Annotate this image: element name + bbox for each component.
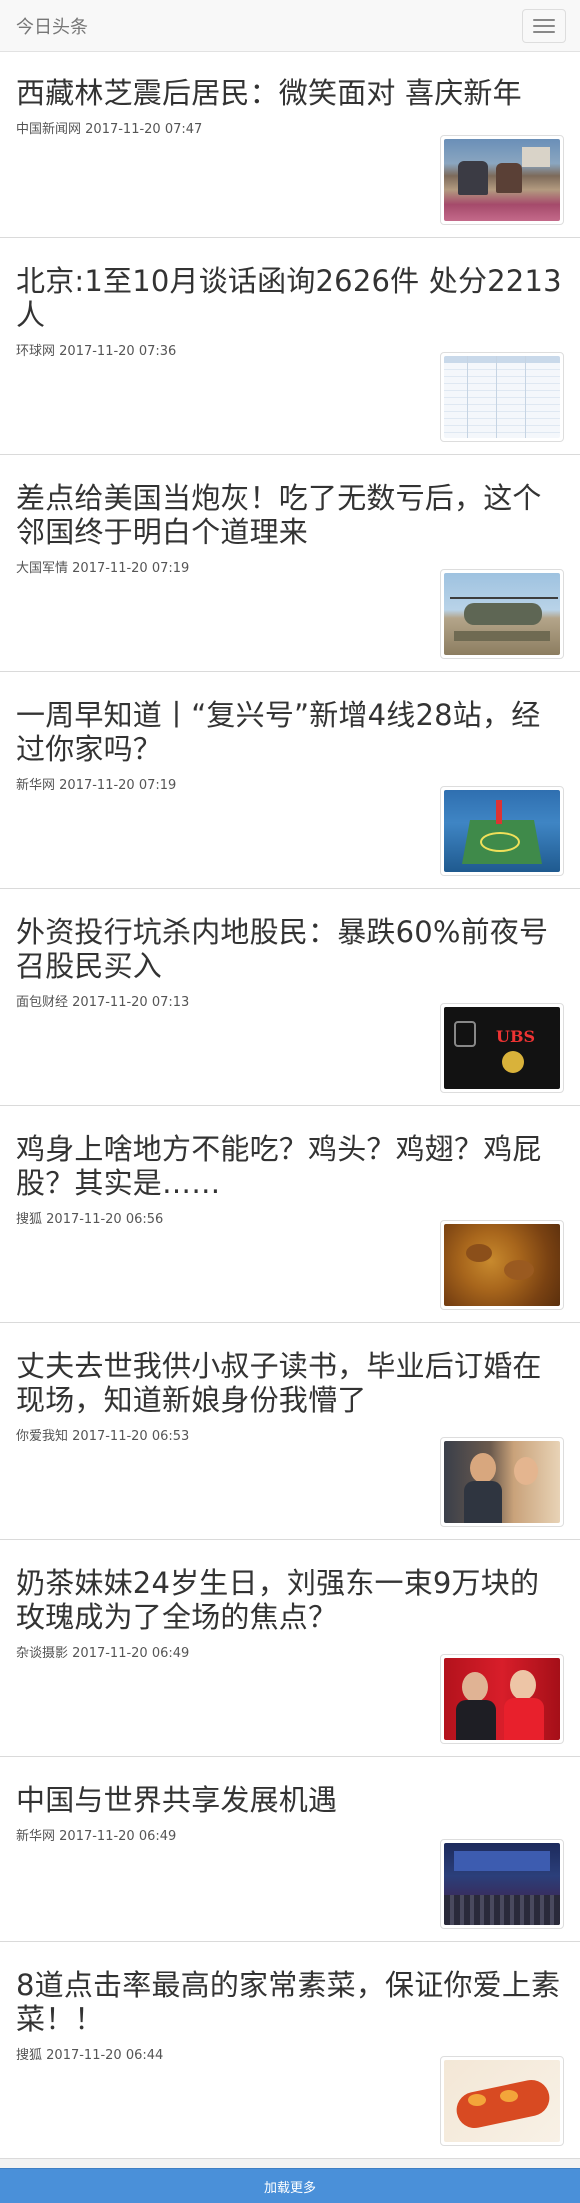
article-item[interactable]: 外资投行坑杀内地股民：暴跌60%前夜号召股民买入 面包财经 2017-11-20…: [0, 889, 580, 1106]
hamburger-icon-bar: [533, 24, 555, 27]
article-title[interactable]: 外资投行坑杀内地股民：暴跌60%前夜号召股民买入: [16, 915, 564, 983]
brand-title[interactable]: 今日头条: [16, 13, 88, 39]
article-item[interactable]: 差点给美国当炮灰！吃了无数亏后，这个邻国终于明白个道理来 大国军情 2017-1…: [0, 455, 580, 672]
photo-couple-icon: [444, 1441, 560, 1523]
article-item[interactable]: 西藏林芝震后居民：微笑面对 喜庆新年 中国新闻网 2017-11-20 07:4…: [0, 52, 580, 238]
article-title[interactable]: 一周早知道丨“复兴号”新增4线28站，经过你家吗？: [16, 698, 564, 766]
article-item[interactable]: 北京:1至10月谈话函询2626件 处分2213人 环球网 2017-11-20…: [0, 238, 580, 455]
photo-vegetable-dish-icon: [444, 2060, 560, 2142]
hamburger-icon-bar: [533, 30, 555, 33]
top-navbar: 今日头条: [0, 0, 580, 52]
article-thumbnail[interactable]: [440, 1220, 564, 1310]
article-title[interactable]: 差点给美国当炮灰！吃了无数亏后，这个邻国终于明白个道理来: [16, 481, 564, 549]
article-thumbnail[interactable]: [440, 1654, 564, 1744]
article-item[interactable]: 中国与世界共享发展机遇 新华网 2017-11-20 06:49: [0, 1757, 580, 1942]
article-thumbnail[interactable]: [440, 1839, 564, 1929]
article-thumbnail[interactable]: [440, 135, 564, 225]
load-more-button[interactable]: 加载更多: [0, 2168, 580, 2203]
photo-chicken-dish-icon: [444, 1224, 560, 1306]
article-title[interactable]: 奶茶妹妹24岁生日，刘强东一束9万块的玫瑰成为了全场的焦点？: [16, 1566, 564, 1634]
photo-conference-hall-icon: [444, 1843, 560, 1925]
article-title[interactable]: 8道点击率最高的家常素菜，保证你爱上素菜！！: [16, 1968, 564, 2036]
article-title[interactable]: 鸡身上啥地方不能吃？鸡头？鸡翅？鸡屁股？其实是……: [16, 1132, 564, 1200]
article-item[interactable]: 丈夫去世我供小叔子读书，毕业后订婚在现场，知道新娘身份我懵了 你爱我知 2017…: [0, 1323, 580, 1540]
article-list: 西藏林芝震后居民：微笑面对 喜庆新年 中国新闻网 2017-11-20 07:4…: [0, 52, 580, 2159]
article-title[interactable]: 西藏林芝震后居民：微笑面对 喜庆新年: [16, 76, 564, 110]
photo-helicopter-icon: [444, 573, 560, 655]
article-thumbnail[interactable]: [440, 1437, 564, 1527]
article-thumbnail[interactable]: [440, 2056, 564, 2146]
article-title[interactable]: 丈夫去世我供小叔子读书，毕业后订婚在现场，知道新娘身份我懵了: [16, 1349, 564, 1417]
photo-celebrity-icon: [444, 1658, 560, 1740]
article-thumbnail[interactable]: [440, 569, 564, 659]
data-table-image-icon: [444, 356, 560, 438]
article-title[interactable]: 北京:1至10月谈话函询2626件 处分2213人: [16, 264, 564, 332]
hamburger-icon-bar: [533, 18, 555, 21]
article-item[interactable]: 鸡身上啥地方不能吃？鸡头？鸡翅？鸡屁股？其实是…… 搜狐 2017-11-20 …: [0, 1106, 580, 1323]
article-thumbnail[interactable]: [440, 786, 564, 876]
article-title[interactable]: 中国与世界共享发展机遇: [16, 1783, 564, 1817]
photo-ship-deck-icon: [444, 790, 560, 872]
article-thumbnail[interactable]: UBS: [440, 1003, 564, 1093]
menu-toggle-button[interactable]: [522, 8, 566, 43]
photo-ubs-logo-icon: UBS: [444, 1007, 560, 1089]
article-item[interactable]: 奶茶妹妹24岁生日，刘强东一束9万块的玫瑰成为了全场的焦点？ 杂谈摄影 2017…: [0, 1540, 580, 1757]
photo-people-outdoor-icon: [444, 139, 560, 221]
article-item[interactable]: 一周早知道丨“复兴号”新增4线28站，经过你家吗？ 新华网 2017-11-20…: [0, 672, 580, 889]
article-item[interactable]: 8道点击率最高的家常素菜，保证你爱上素菜！！ 搜狐 2017-11-20 06:…: [0, 1942, 580, 2159]
article-thumbnail[interactable]: [440, 352, 564, 442]
